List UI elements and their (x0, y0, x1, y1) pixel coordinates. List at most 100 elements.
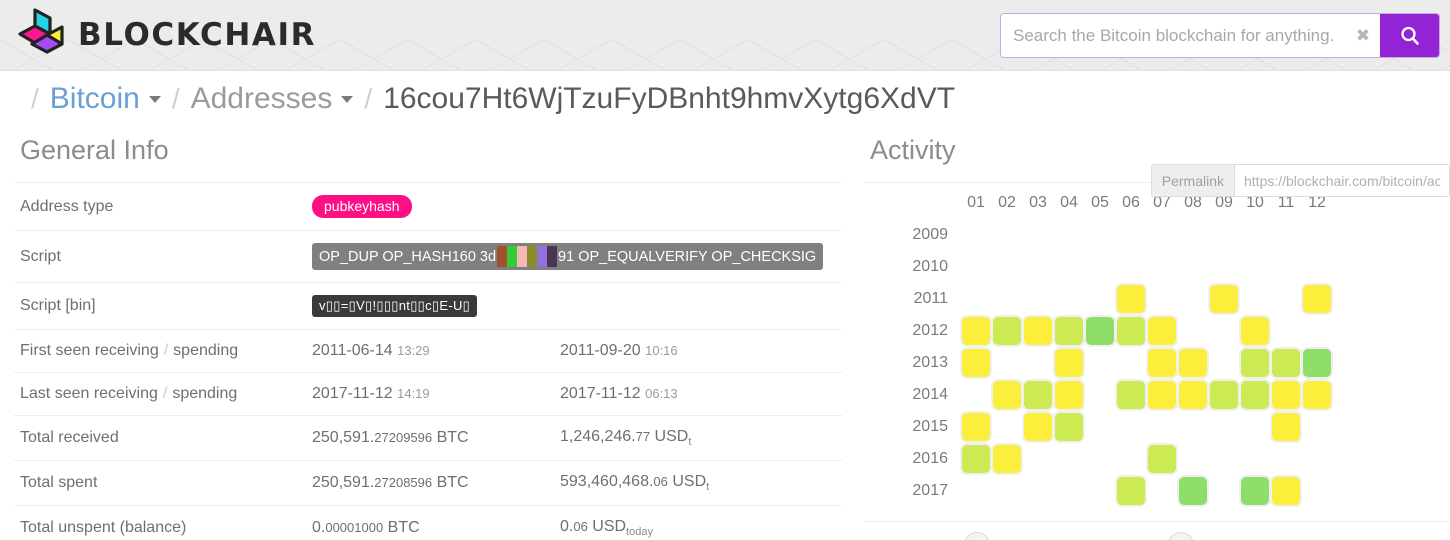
heatmap-cell-2012-03[interactable] (1024, 317, 1052, 345)
heatmap-cell-2013-04[interactable] (1055, 349, 1083, 377)
time: 06:13 (645, 386, 678, 401)
heatmap-cell-2011-03 (1024, 285, 1052, 313)
heatmap-cell-2010-12 (1303, 253, 1331, 281)
heatmap-cell-2017-11[interactable] (1272, 477, 1300, 505)
heatmap-cell-2011-02 (993, 285, 1021, 313)
heatmap-cell-2009-11 (1272, 221, 1300, 249)
heatmap-cell-2012-01[interactable] (962, 317, 990, 345)
heatmap-cell-2017-08[interactable] (1179, 477, 1207, 505)
permalink-input[interactable] (1234, 164, 1450, 197)
logo[interactable]: BLOCKCHAIR (16, 6, 316, 64)
usd-sub: t (706, 481, 710, 494)
heatmap-cell-2010-06 (1117, 253, 1145, 281)
row-value: OP_DUP OP_HASH160 3d 91 OP_EQUALVERIFY O… (306, 231, 842, 283)
heatmap-month-label-04: 04 (1060, 194, 1078, 211)
heatmap-cell-2010-03 (1024, 253, 1052, 281)
heatmap-cell-2015-04[interactable] (1055, 413, 1083, 441)
heatmap-month-label-05: 05 (1091, 194, 1109, 211)
script-code-badge: OP_DUP OP_HASH160 3d 91 OP_EQUALVERIFY O… (312, 243, 824, 270)
heatmap-cell-2012-08 (1179, 317, 1207, 345)
heatmap-month-label-03: 03 (1029, 194, 1047, 211)
heatmap-cell-2010-09 (1210, 253, 1238, 281)
heatmap-cell-2015-03[interactable] (1024, 413, 1052, 441)
breadcrumb-link-section[interactable]: Addresses (191, 82, 333, 116)
heatmap-cell-2014-02[interactable] (993, 381, 1021, 409)
search-button[interactable] (1380, 14, 1439, 57)
heatmap-cell-2013-08[interactable] (1179, 349, 1207, 377)
script-prefix: OP_DUP OP_HASH160 3d (319, 248, 497, 265)
heatmap-cell-2009-05 (1086, 221, 1114, 249)
heatmap-cell-2012-10[interactable] (1241, 317, 1269, 345)
heatmap-cell-2009-01 (962, 221, 990, 249)
row-label: First seen receiving / spending (20, 342, 239, 359)
heatmap-cell-2011-09[interactable] (1210, 285, 1238, 313)
chevron-down-icon-section[interactable] (341, 95, 354, 103)
heatmap-cell-2016-02[interactable] (993, 445, 1021, 473)
magnifier-icon (1400, 26, 1419, 45)
heatmap-cell-2017-04 (1055, 477, 1083, 505)
heatmap-cell-2009-09 (1210, 221, 1238, 249)
heatmap-cell-2013-06 (1117, 349, 1145, 377)
footer-circle-icon-1[interactable] (964, 532, 990, 540)
heatmap-cell-2012-05[interactable] (1086, 317, 1114, 345)
breadcrumb: / Bitcoin / Addresses / 16cou7Ht6WjTzuFy… (0, 71, 1450, 197)
heatmap-cell-2014-12[interactable] (1303, 381, 1331, 409)
heatmap-cell-2010-07 (1148, 253, 1176, 281)
heatmap-cell-2017-06[interactable] (1117, 477, 1145, 505)
footer-circle-icon-2[interactable] (1168, 532, 1194, 540)
heatmap-cell-2011-05 (1086, 285, 1114, 313)
heatmap-cell-2013-01[interactable] (962, 349, 990, 377)
usd-unit: USD (672, 473, 707, 491)
script-color-bar-4 (537, 246, 548, 267)
heatmap-cell-2014-10[interactable] (1241, 381, 1269, 409)
breadcrumb-link-chain[interactable]: Bitcoin (50, 82, 140, 116)
heatmap-cell-2016-12 (1303, 445, 1331, 473)
heatmap-cell-2014-08[interactable] (1179, 381, 1207, 409)
heatmap-year-label: 2017 (912, 482, 948, 499)
search-box[interactable]: ✖ (1000, 13, 1440, 58)
heatmap-cell-2012-04[interactable] (1055, 317, 1083, 345)
heatmap-cell-2014-03[interactable] (1024, 381, 1052, 409)
clear-x-icon[interactable]: ✖ (1346, 14, 1380, 57)
heatmap-cell-2013-10[interactable] (1241, 349, 1269, 377)
activity-heatmap: 01 02 03 04 05 06 07 08 09 10 11 12 2009 2010 2011 2012… (864, 187, 1450, 507)
date: 2017-11-12 (560, 385, 641, 402)
heatmap-year-label: 2014 (912, 386, 948, 403)
row-label: Total unspent (balance) (20, 519, 187, 537)
heatmap-cell-2011-12[interactable] (1303, 285, 1331, 313)
usd-unit: USD (592, 518, 627, 536)
heatmap-cell-2017-10[interactable] (1241, 477, 1269, 505)
row-label: Address type (20, 197, 114, 215)
heatmap-row-2013: 2013 (864, 347, 1450, 379)
heatmap-cell-2014-06[interactable] (1117, 381, 1145, 409)
search-input[interactable] (1001, 14, 1346, 57)
heatmap-cell-2014-11[interactable] (1272, 381, 1300, 409)
row-value-spending: 2011-09-20 10:16 (554, 330, 842, 373)
heatmap-cell-2012-07[interactable] (1148, 317, 1176, 345)
btc-dec: 27208596 (374, 475, 433, 491)
heatmap-cell-2013-11[interactable] (1272, 349, 1300, 377)
heatmap-cell-2016-01[interactable] (962, 445, 990, 473)
heatmap-cell-2012-02[interactable] (993, 317, 1021, 345)
row-label: Total spent (20, 474, 98, 492)
heatmap-cell-2017-02 (993, 477, 1021, 505)
heatmap-cell-2013-07[interactable] (1148, 349, 1176, 377)
heatmap-cell-2009-10 (1241, 221, 1269, 249)
heatmap-cell-2012-06[interactable] (1117, 317, 1145, 345)
table-row-total-received: Total received 250,591.27209596 BTC 1,24… (14, 415, 842, 461)
heatmap-cell-2014-04[interactable] (1055, 381, 1083, 409)
heatmap-cell-2011-07 (1148, 285, 1176, 313)
row-value-usd: 593,460,468.06 USDt (554, 461, 842, 506)
heatmap-cell-2014-07[interactable] (1148, 381, 1176, 409)
chevron-down-icon-chain[interactable] (148, 95, 161, 103)
table-row-address-type: Address type pubkeyhash (14, 182, 842, 231)
heatmap-year-label: 2009 (912, 226, 948, 243)
heatmap-cell-2015-01[interactable] (962, 413, 990, 441)
heatmap-cell-2011-06[interactable] (1117, 285, 1145, 313)
heatmap-cell-2016-07[interactable] (1148, 445, 1176, 473)
heatmap-cell-2014-09[interactable] (1210, 381, 1238, 409)
heatmap-cell-2013-12[interactable] (1303, 349, 1331, 377)
heatmap-cell-2015-11[interactable] (1272, 413, 1300, 441)
btc-int: 0. (312, 519, 326, 537)
last-seen-receiving-label: Last seen receiving (20, 385, 158, 402)
